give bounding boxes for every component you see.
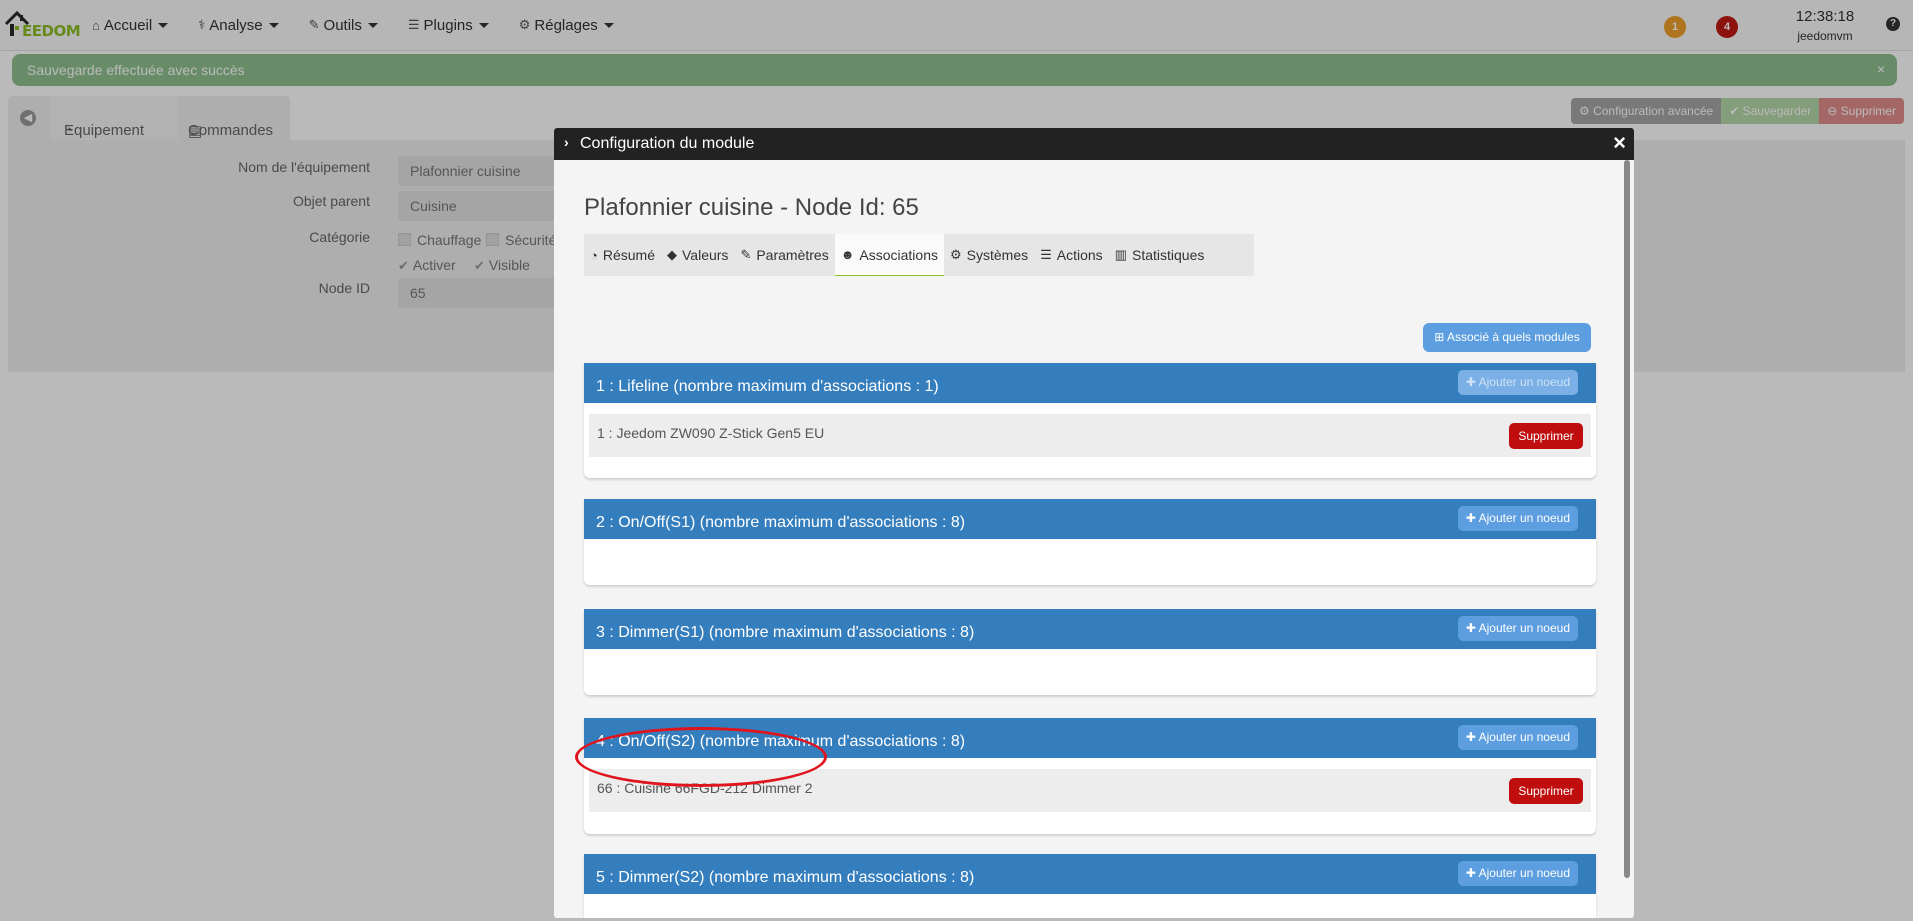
users-icon: ☻ xyxy=(840,247,855,262)
group-title: 2 : On/Off(S1) (nombre maximum d'associa… xyxy=(596,514,966,531)
tab-actions[interactable]: ☰ Actions xyxy=(1034,234,1109,276)
group-title: 1 : Lifeline (nombre maximum d'associati… xyxy=(596,378,939,395)
sliders-icon: ☰ xyxy=(1040,247,1052,262)
sitemap-icon: ⊞ xyxy=(1434,330,1447,344)
group-title: 5 : Dimmer(S2) (nombre maximum d'associa… xyxy=(596,869,975,886)
group-header: 2 : On/Off(S1) (nombre maximum d'associa… xyxy=(584,499,1596,539)
association-group: 5 : Dimmer(S2) (nombre maximum d'associa… xyxy=(584,854,1596,918)
tab-label: Statistiques xyxy=(1131,247,1205,263)
tab-parametres[interactable]: ✎ Paramètres xyxy=(734,234,834,276)
tab-resume[interactable]: ◔ Résumé xyxy=(584,234,661,276)
tab-valeurs[interactable]: ◆ Valeurs xyxy=(661,234,734,276)
plus-icon: ✚ xyxy=(1465,730,1479,744)
tab-label: Paramètres xyxy=(756,247,829,263)
tab-label: Valeurs xyxy=(682,247,729,263)
zwave-tabs: ◔ Résumé ◆ Valeurs ✎ Paramètres ☻ Associatio… xyxy=(584,234,1254,276)
group-title: 3 : Dimmer(S1) (nombre maximum d'associa… xyxy=(596,624,975,641)
modal-header: › Configuration du module × xyxy=(554,128,1634,160)
tab-label: Associations xyxy=(859,246,938,263)
tab-label: Actions xyxy=(1056,247,1103,263)
association-group: 2 : On/Off(S1) (nombre maximum d'associa… xyxy=(584,499,1596,585)
dashboard-icon: ◔ xyxy=(590,247,598,263)
group-header: 3 : Dimmer(S1) (nombre maximum d'associa… xyxy=(584,609,1596,649)
association-row: 1 : Jeedom ZW090 Z-Stick Gen5 EU Supprim… xyxy=(589,414,1591,457)
button-label: Ajouter un noeud xyxy=(1478,511,1570,525)
plus-icon: ✚ xyxy=(1465,511,1479,525)
association-group: 3 : Dimmer(S1) (nombre maximum d'associa… xyxy=(584,609,1596,695)
wrench-icon: ✎ xyxy=(740,247,752,262)
tab-label: Résumé xyxy=(602,247,655,263)
association-name: 1 : Jeedom ZW090 Z-Stick Gen5 EU xyxy=(597,425,825,441)
chevron-right-icon: › xyxy=(564,134,569,150)
scrollbar[interactable] xyxy=(1624,160,1630,878)
node-title: Plafonnier cuisine - Node Id: 65 xyxy=(584,194,919,221)
tab-associations[interactable]: ☻ Associations xyxy=(834,234,944,276)
tab-label: Systèmes xyxy=(966,247,1029,263)
button-label: Ajouter un noeud xyxy=(1478,730,1570,744)
add-node-button[interactable]: ✚ Ajouter un noeud xyxy=(1457,370,1578,395)
modal-title: Configuration du module xyxy=(580,135,755,152)
tag-icon: ◆ xyxy=(667,247,677,262)
plus-icon: ✚ xyxy=(1465,621,1479,635)
delete-association-button[interactable]: Supprimer xyxy=(1509,423,1583,449)
group-header: 5 : Dimmer(S2) (nombre maximum d'associa… xyxy=(584,854,1596,894)
cogs-icon: ⚙ xyxy=(949,247,962,262)
button-label: Associé à quels modules xyxy=(1446,330,1580,344)
delete-association-button[interactable]: Supprimer xyxy=(1509,778,1583,804)
close-icon[interactable]: × xyxy=(1613,130,1626,156)
tab-statistiques[interactable]: ▥ Statistiques xyxy=(1109,234,1211,276)
highlight-ellipse xyxy=(575,727,827,787)
add-node-button[interactable]: ✚ Ajouter un noeud xyxy=(1457,861,1578,886)
plus-icon: ✚ xyxy=(1465,375,1479,389)
plus-icon: ✚ xyxy=(1465,866,1479,880)
add-node-button[interactable]: ✚ Ajouter un noeud xyxy=(1457,725,1578,750)
tab-systemes[interactable]: ⚙ Systèmes xyxy=(944,234,1034,276)
module-config-modal: › Configuration du module × Plafonnier c… xyxy=(554,128,1634,918)
button-label: Ajouter un noeud xyxy=(1478,375,1570,389)
group-header: 1 : Lifeline (nombre maximum d'associati… xyxy=(584,363,1596,403)
button-label: Ajouter un noeud xyxy=(1478,866,1570,880)
add-node-button[interactable]: ✚ Ajouter un noeud xyxy=(1457,616,1578,641)
bar-chart-icon: ▥ xyxy=(1114,247,1127,262)
association-group: 1 : Lifeline (nombre maximum d'associati… xyxy=(584,363,1596,478)
which-modules-button[interactable]: ⊞ Associé à quels modules xyxy=(1423,323,1591,352)
button-label: Ajouter un noeud xyxy=(1478,621,1570,635)
add-node-button[interactable]: ✚ Ajouter un noeud xyxy=(1457,506,1578,531)
